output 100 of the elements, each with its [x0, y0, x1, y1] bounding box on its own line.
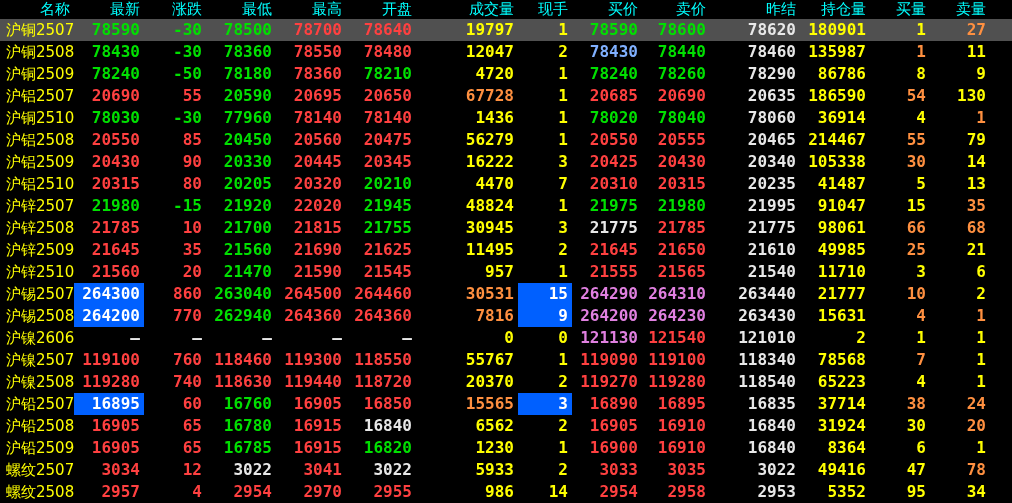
- table-cell: 12047: [465, 45, 514, 59]
- column-header[interactable]: 最低: [206, 0, 276, 19]
- column-header[interactable]: 最新: [74, 0, 144, 19]
- table-cell: 20345: [363, 155, 412, 169]
- table-cell: 21540: [747, 265, 796, 279]
- table-row[interactable]: 沪铜2508 78430 -30 78360 78550 78480 12047 2 78430 78440 78460 135987 1 11: [0, 41, 1012, 63]
- table-cell: 264300: [82, 287, 140, 301]
- table-cell: 30: [906, 155, 926, 169]
- table-cell: 20685: [589, 89, 638, 103]
- table-cell: 119440: [284, 375, 342, 389]
- table-cell: —: [130, 331, 140, 345]
- table-cell: 5933: [475, 463, 514, 477]
- table-cell: 263430: [738, 309, 796, 323]
- table-cell: 740: [173, 375, 202, 389]
- table-cell: 264360: [354, 309, 412, 323]
- table-cell: 16905: [91, 419, 140, 433]
- column-header[interactable]: 买量: [870, 0, 930, 19]
- table-cell: 21610: [747, 243, 796, 257]
- table-row[interactable]: 沪锌2510 21560 20 21470 21590 21545 957 1 21555 21565 21540 11710 3 6: [0, 261, 1012, 283]
- contract-name: 沪锌2510: [6, 264, 75, 280]
- table-row[interactable]: 沪铅2508 16905 65 16780 16915 16840 6562 2 16905 16910 16840 31924 30 20: [0, 415, 1012, 437]
- table-row[interactable]: 沪铝2508 20550 85 20450 20560 20475 56279 1 20550 20555 20465 214467 55 79: [0, 129, 1012, 151]
- table-cell: 49416: [817, 463, 866, 477]
- column-header[interactable]: 买价: [572, 0, 642, 19]
- table-cell: 38: [906, 397, 926, 411]
- table-cell: 957: [485, 265, 514, 279]
- table-row[interactable]: 沪锌2508 21785 10 21700 21815 21755 30945 3 21775 21785 21775 98061 66 68: [0, 217, 1012, 239]
- table-cell: 21975: [589, 199, 638, 213]
- table-cell: 3041: [303, 463, 342, 477]
- table-row[interactable]: 沪锡2508 264200 770 262940 264360 264360 7816 9 264200 264230 263430 15631 4 1: [0, 305, 1012, 327]
- table-cell: 760: [173, 353, 202, 367]
- table-cell: —: [402, 331, 412, 345]
- table-cell: 16890: [589, 397, 638, 411]
- table-row[interactable]: 沪铅2509 16905 65 16785 16915 16820 1230 1 16900 16910 16840 8364 6 1: [0, 437, 1012, 459]
- column-header[interactable]: 最高: [276, 0, 346, 19]
- contract-name: 沪锌2507: [6, 198, 75, 214]
- column-header[interactable]: 名称: [0, 0, 74, 19]
- table-cell: 20555: [657, 133, 706, 147]
- column-header[interactable]: 持仓量: [800, 0, 870, 19]
- table-row[interactable]: 沪铜2510 78030 -30 77960 78140 78140 1436 1 78020 78040 78060 36914 4 1: [0, 107, 1012, 129]
- table-row[interactable]: 沪铝2507 20690 55 20590 20695 20650 67728 1 20685 20690 20635 186590 54 130: [0, 85, 1012, 107]
- table-row[interactable]: 沪镍2508 119280 740 118630 119440 118720 20370 2 119270 119280 118540 65223 4 1: [0, 371, 1012, 393]
- table-cell: 16905: [293, 397, 342, 411]
- table-cell: 21650: [657, 243, 706, 257]
- table-cell: 21980: [91, 199, 140, 213]
- table-cell: 65: [182, 441, 202, 455]
- table-cell: 16850: [363, 397, 412, 411]
- table-cell: 67728: [465, 89, 514, 103]
- table-row[interactable]: 沪锌2509 21645 35 21560 21690 21625 11495 2 21645 21650 21610 49985 25 21: [0, 239, 1012, 261]
- table-row[interactable]: 螺纹2507 3034 12 3022 3041 3022 5933 2 3033 3035 3022 49416 47 78: [0, 459, 1012, 481]
- table-row[interactable]: 沪锡2507 264300 860 263040 264500 264460 30531 15 264290 264310 263440 21777 10 2: [0, 283, 1012, 305]
- table-row[interactable]: 沪镍2606 — — — — — 0 0 121130 121540 121010 2 1 1: [0, 327, 1012, 349]
- table-cell: 91047: [817, 199, 866, 213]
- table-cell: 78430: [589, 45, 638, 59]
- column-header[interactable]: 卖量: [930, 0, 990, 19]
- table-cell: 95: [906, 485, 926, 499]
- table-row[interactable]: 沪镍2507 119100 760 118460 119300 118550 55767 1 119090 119100 118340 78568 7 1: [0, 349, 1012, 371]
- table-cell: 20: [966, 419, 986, 433]
- table-cell: 0: [558, 331, 568, 345]
- column-header[interactable]: 昨结: [710, 0, 800, 19]
- table-cell: 20650: [363, 89, 412, 103]
- table-cell: 4: [916, 375, 926, 389]
- table-row[interactable]: 沪铅2507 16895 60 16760 16905 16850 15565 3 16890 16895 16835 37714 38 24: [0, 393, 1012, 415]
- table-cell: 2: [558, 243, 568, 257]
- table-cell: 20210: [363, 177, 412, 191]
- table-row[interactable]: 沪铝2509 20430 90 20330 20445 20345 16222 3 20425 20430 20340 105338 30 14: [0, 151, 1012, 173]
- column-header[interactable]: 现手: [518, 0, 572, 19]
- contract-name: 沪镍2508: [6, 374, 75, 390]
- table-cell: 264460: [354, 287, 412, 301]
- table-cell: 1: [558, 23, 568, 37]
- table-cell: 78500: [223, 23, 272, 37]
- table-cell: 78260: [657, 67, 706, 81]
- table-cell: 2970: [303, 485, 342, 499]
- table-row[interactable]: 螺纹2508 2957 4 2954 2970 2955 986 14 2954 2958 2953 5352 95 34: [0, 481, 1012, 503]
- table-row[interactable]: 沪铜2509 78240 -50 78180 78360 78210 4720 1 78240 78260 78290 86786 8 9: [0, 63, 1012, 85]
- table-cell: 16915: [293, 419, 342, 433]
- table-row[interactable]: 沪铜2507 78590 -30 78500 78700 78640 19797 1 78590 78600 78620 180901 1 27: [0, 19, 1012, 41]
- table-cell: 3033: [599, 463, 638, 477]
- table-cell: 264310: [648, 287, 706, 301]
- table-cell: 21775: [589, 221, 638, 235]
- table-cell: -50: [173, 67, 202, 81]
- contract-name: 沪镍2507: [6, 352, 75, 368]
- table-cell: 78180: [223, 67, 272, 81]
- table-cell: 1436: [475, 111, 514, 125]
- table-cell: 1: [976, 111, 986, 125]
- table-cell: 12: [182, 463, 202, 477]
- table-cell: 121010: [738, 331, 796, 345]
- column-header[interactable]: 涨跌: [144, 0, 206, 19]
- table-cell: —: [192, 331, 202, 345]
- table-cell: 1: [558, 441, 568, 455]
- table-cell: 20320: [293, 177, 342, 191]
- table-cell: 1: [976, 375, 986, 389]
- table-row[interactable]: 沪铝2510 20315 80 20205 20320 20210 4470 7 20310 20315 20235 41487 5 13: [0, 173, 1012, 195]
- table-cell: 20465: [747, 133, 796, 147]
- column-header[interactable]: 成交量: [416, 0, 518, 19]
- table-cell: 2: [558, 375, 568, 389]
- column-header[interactable]: 卖价: [642, 0, 710, 19]
- column-header[interactable]: 开盘: [346, 0, 416, 19]
- table-cell: 16760: [223, 397, 272, 411]
- table-row[interactable]: 沪锌2507 21980 -15 21920 22020 21945 48824 1 21975 21980 21995 91047 15 35: [0, 195, 1012, 217]
